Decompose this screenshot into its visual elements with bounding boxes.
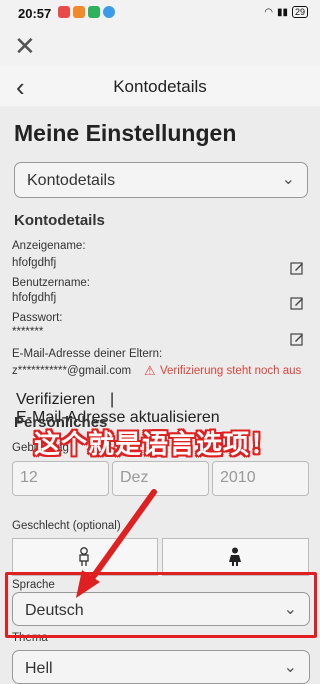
password-label: Passwort: (12, 312, 63, 324)
settings-category-select[interactable]: Kontodetails ⌄ (14, 162, 308, 198)
status-bar: 20:57 ◠ ▮▮ 29 (0, 0, 320, 26)
password-value: ******* (12, 326, 44, 338)
battery-icon: 29 (291, 6, 308, 18)
display-name-value: hfofgdhfj (12, 257, 57, 269)
parent-email-value: z***********@gmail.com (12, 365, 132, 377)
chevron-down-icon: ⌄ (283, 659, 297, 676)
birthday-year-select[interactable]: 2010 (212, 461, 309, 496)
account-section-title: Kontodetails (14, 212, 105, 229)
female-icon (229, 547, 241, 566)
gender-female-button[interactable] (162, 538, 309, 576)
app-notification-icon (88, 6, 100, 18)
signal-icon: ▮▮ (276, 6, 288, 18)
settings-content: Meine Einstellungen Kontodetails ⌄ Konto… (0, 106, 320, 684)
wifi-icon: ◠ (264, 6, 273, 18)
warning-icon: ⚠ (144, 363, 156, 378)
separator: | (110, 391, 115, 408)
theme-value: Hell (25, 660, 53, 677)
app-notification-icon (58, 6, 70, 18)
verify-button[interactable]: Verifizieren (16, 391, 95, 409)
select-value: Kontodetails (27, 172, 116, 189)
username-label: Benutzername: (12, 277, 90, 289)
chevron-down-icon: ⌄ (281, 171, 295, 188)
annotation-text: 这个就是语言选项！ (34, 429, 278, 459)
close-icon[interactable]: ✕ (14, 33, 36, 59)
close-bar: ✕ (0, 26, 320, 66)
edit-icon[interactable] (290, 261, 304, 275)
settings-heading: Meine Einstellungen (14, 120, 237, 146)
theme-select[interactable]: Hell ⌄ (12, 650, 310, 684)
clock: 20:57 (18, 6, 52, 21)
app-notification-icon (103, 6, 115, 18)
annotation-highlight-box (5, 572, 317, 638)
annotation-arrow (76, 489, 157, 598)
month-value: Dez (120, 469, 149, 486)
page-header: ‹ Kontodetails (0, 66, 320, 107)
parent-email-label: E-Mail-Adresse deiner Eltern: (12, 348, 163, 360)
edit-icon[interactable] (290, 332, 304, 346)
edit-icon[interactable] (290, 296, 304, 310)
page-title: Kontodetails (113, 77, 207, 96)
app-notification-icon (73, 6, 85, 18)
notification-icons (58, 6, 115, 18)
system-icons: ◠ ▮▮ 29 (264, 6, 308, 18)
username-value: hfofgdhfj (12, 292, 57, 304)
verification-pending: Verifizierung steht noch aus (160, 365, 302, 377)
display-name-label: Anzeigename: (12, 240, 86, 252)
year-value: 2010 (220, 469, 256, 486)
day-value: 12 (20, 469, 38, 486)
